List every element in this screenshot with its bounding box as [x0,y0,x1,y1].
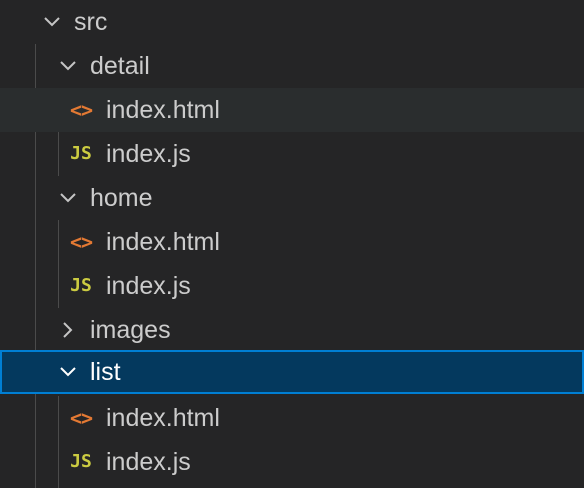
chevron-right-icon[interactable] [57,319,79,341]
chevron-down-icon[interactable] [57,55,79,77]
file-label: index.js [106,140,191,168]
js-file-icon: JS [70,275,92,296]
folder-label: src [74,8,108,36]
tree-folder-list[interactable]: list [0,350,584,394]
folder-label: detail [90,52,150,80]
tree-folder-images[interactable]: images [0,308,584,352]
html-file-icon: <> [69,406,93,430]
tree-file-detail-index-html[interactable]: <> index.html [0,88,584,132]
file-label: index.js [106,448,191,476]
folder-label: images [90,316,171,344]
js-file-icon: JS [70,451,92,472]
folder-label: list [90,358,121,386]
js-file-icon: JS [70,143,92,164]
tree-folder-src[interactable]: src [0,0,584,44]
file-label: index.html [106,404,220,432]
html-file-icon: <> [69,98,93,122]
tree-file-home-index-js[interactable]: JS index.js [0,264,584,308]
file-label: index.html [106,96,220,124]
file-label: index.js [106,272,191,300]
tree-file-home-index-html[interactable]: <> index.html [0,220,584,264]
tree-folder-detail[interactable]: detail [0,44,584,88]
html-file-icon: <> [69,230,93,254]
tree-folder-home[interactable]: home [0,176,584,220]
chevron-down-icon[interactable] [41,11,63,33]
chevron-down-icon[interactable] [57,187,79,209]
tree-file-list-index-html[interactable]: <> index.html [0,396,584,440]
tree-file-detail-index-js[interactable]: JS index.js [0,132,584,176]
folder-label: home [90,184,153,212]
tree-file-list-index-js[interactable]: JS index.js [0,440,584,484]
file-explorer-tree: src detail <> index.html JS index.js hom… [0,0,584,488]
file-label: index.html [106,228,220,256]
chevron-down-icon[interactable] [57,361,79,383]
